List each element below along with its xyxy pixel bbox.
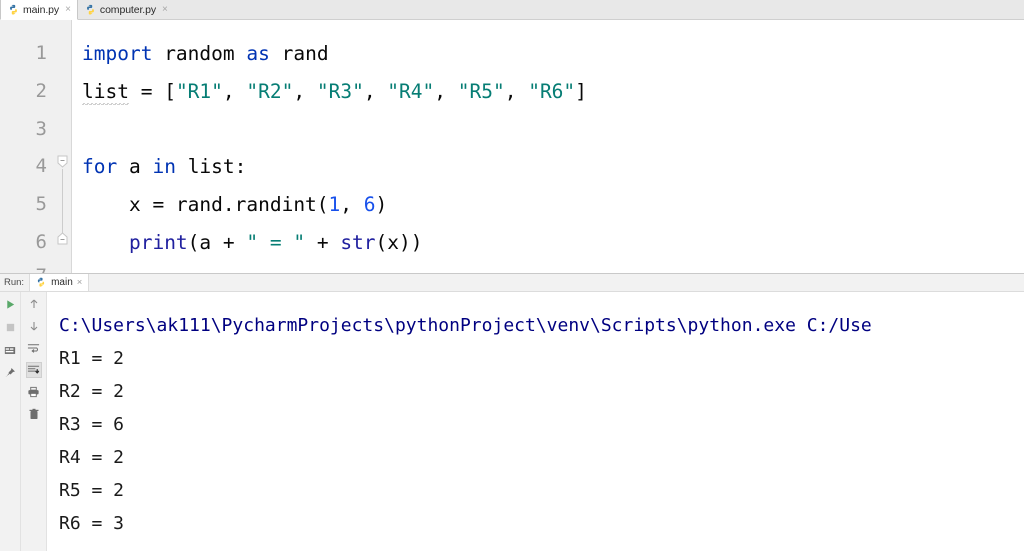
rerun-button[interactable] xyxy=(2,296,18,312)
code-token: list: xyxy=(175,155,247,178)
editor-tab-main-py[interactable]: main.py × xyxy=(0,0,78,20)
code-token: "R6" xyxy=(528,80,576,103)
code-token: (x)) xyxy=(375,231,423,254)
printer-button[interactable] xyxy=(26,384,42,400)
run-left-toolbar xyxy=(0,292,21,551)
fold-range-line xyxy=(62,169,63,239)
code-line: x = rand.randint(1, 6) xyxy=(82,195,387,215)
code-token: in xyxy=(152,155,176,178)
trash-button[interactable] xyxy=(26,406,42,422)
code-token: a xyxy=(117,155,153,178)
python-file-icon xyxy=(8,4,19,15)
python-run-icon xyxy=(36,277,47,288)
soft-wrap-button[interactable] xyxy=(26,340,42,356)
code-token: print xyxy=(128,231,188,254)
arrow-down-button[interactable] xyxy=(26,318,42,334)
run-tool-window: Run: main × C:\Users\ak111\PycharmProjec… xyxy=(0,273,1024,551)
code-token: for xyxy=(82,155,118,178)
close-icon[interactable]: × xyxy=(65,4,71,15)
console-output-line: R2 = 2 xyxy=(59,381,125,402)
editor-tab-label: main.py xyxy=(23,3,60,16)
console-output[interactable]: C:\Users\ak111\PycharmProjects\pythonPro… xyxy=(47,292,1024,551)
code-line: import random as rand xyxy=(82,44,329,64)
run-body: C:\Users\ak111\PycharmProjects\pythonPro… xyxy=(0,292,1024,551)
code-token: 1 xyxy=(328,193,341,216)
code-token: , xyxy=(293,80,317,103)
arrow-up-button[interactable] xyxy=(26,296,42,312)
fold-end-icon[interactable] xyxy=(57,232,68,245)
line-number: 3 xyxy=(35,118,47,140)
code-token: "R2" xyxy=(246,80,294,103)
console-output-line: R3 = 6 xyxy=(59,414,125,435)
code-token: , xyxy=(434,80,458,103)
code-token: , xyxy=(222,80,247,103)
code-token: "R5" xyxy=(457,80,505,103)
line-number: 2 xyxy=(35,80,47,102)
line-number-gutter: 1 2 3 4 5 6 7 xyxy=(0,20,55,273)
run-tab-main[interactable]: main × xyxy=(29,274,90,291)
run-tab-label: main xyxy=(51,277,73,288)
code-token: " = " xyxy=(246,231,306,254)
code-token: ] xyxy=(575,80,587,103)
code-token: rand xyxy=(269,42,329,65)
pycharm-window: main.py × computer.py × 1 2 3 4 5 6 7 import r… xyxy=(0,0,1024,551)
code-line: print(a + " = " + str(x)) xyxy=(82,233,423,253)
pin-icon-button[interactable] xyxy=(2,365,18,381)
console-output-line: R6 = 3 xyxy=(59,513,125,534)
code-token: = [ xyxy=(128,80,176,103)
code-token: , xyxy=(340,193,364,216)
console-output-line: R4 = 2 xyxy=(59,447,125,468)
code-token: + xyxy=(305,231,341,254)
line-number: 6 xyxy=(35,231,47,253)
console-output-line: R1 = 2 xyxy=(59,348,125,369)
code-token: random xyxy=(152,42,247,65)
stop-button[interactable] xyxy=(2,319,18,335)
code-line: for a in list: xyxy=(82,157,246,177)
code-token: (a + xyxy=(187,231,247,254)
code-token: x = rand.randint( xyxy=(82,193,329,216)
editor-tab-computer-py[interactable]: computer.py × xyxy=(78,0,174,19)
line-number: 5 xyxy=(35,193,47,215)
run-right-toolbar xyxy=(21,292,47,551)
line-number: 1 xyxy=(35,42,47,64)
console-icon-button[interactable] xyxy=(2,342,18,358)
code-line: list = ["R1", "R2", "R3", "R4", "R5", "R… xyxy=(82,80,587,105)
editor-tab-bar: main.py × computer.py × xyxy=(0,0,1024,20)
close-icon[interactable]: × xyxy=(162,4,168,15)
fold-open-icon[interactable] xyxy=(57,155,68,168)
code-editor[interactable]: 1 2 3 4 5 6 7 import random as rand list = ["R1… xyxy=(0,20,1024,273)
code-token: "R3" xyxy=(316,80,364,103)
line-number: 4 xyxy=(35,155,47,177)
code-token: , xyxy=(363,80,388,103)
code-token: str xyxy=(340,231,376,254)
code-content[interactable]: import random as rand list = ["R1", "R2",… xyxy=(72,20,1024,273)
run-tool-header: Run: main × xyxy=(0,274,1024,292)
code-token: "R4" xyxy=(387,80,435,103)
code-token: as xyxy=(246,42,270,65)
close-icon[interactable]: × xyxy=(77,277,83,288)
code-folding-gutter[interactable] xyxy=(55,20,72,273)
python-file-icon xyxy=(85,4,96,15)
line-number: 7 xyxy=(36,267,47,274)
code-token: , xyxy=(504,80,529,103)
editor-tab-label: computer.py xyxy=(99,3,157,16)
code-token: "R1" xyxy=(175,80,223,103)
scroll-to-end-button[interactable] xyxy=(25,362,42,378)
code-token: ) xyxy=(375,193,388,216)
code-token: 6 xyxy=(363,193,376,216)
console-output-line: R5 = 2 xyxy=(59,480,125,501)
console-command-line: C:\Users\ak111\PycharmProjects\pythonPro… xyxy=(59,315,872,336)
run-label: Run: xyxy=(4,277,25,288)
code-token: import xyxy=(82,42,153,65)
code-token: list xyxy=(82,80,129,105)
